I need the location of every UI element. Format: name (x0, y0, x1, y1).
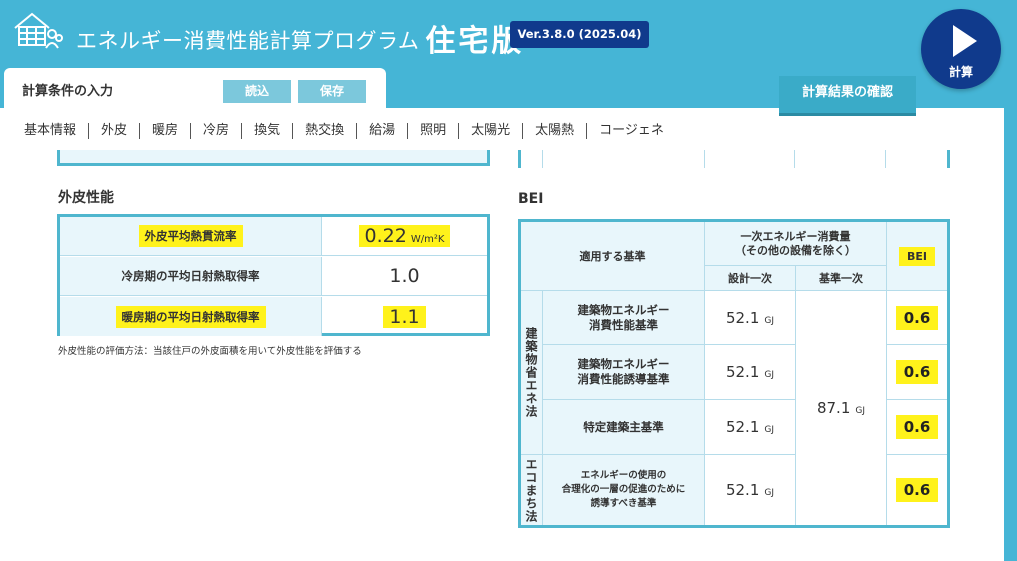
calculate-button[interactable]: 計算 (921, 9, 1001, 89)
app-title: エネルギー消費性能計算プログラム 住宅版 (76, 16, 524, 60)
play-icon (953, 25, 977, 57)
load-button[interactable]: 読込 (223, 80, 291, 103)
nav-menu: 基本情報 外皮 暖房 冷房 換気 熱交換 給湯 照明 太陽光 太陽熱 コージェネ (0, 110, 770, 152)
app-header: エネルギー消費性能計算プログラム 住宅版 Ver.3.8.0 (2025.04) (0, 0, 1017, 70)
bei-heading: BEI (518, 191, 544, 207)
nav-item-lighting[interactable]: 照明 (408, 123, 460, 139)
bei-standard-3: 特定建築主基準 (543, 400, 705, 455)
envelope-label: 冷房期の平均日射熱取得率 (121, 269, 260, 283)
envelope-label: 暖房期の平均日射熱取得率 (115, 305, 266, 328)
bei-col-design: 設計一次 (705, 266, 796, 291)
envelope-unit: W/m²K (410, 234, 445, 245)
version-badge: Ver.3.8.0 (2025.04) (510, 21, 649, 48)
bei-table: 適用する基準 一次エネルギー消費量 （その他の設備を除く） 設計一次 基準一次 … (518, 219, 950, 528)
envelope-heading: 外皮性能 (58, 190, 114, 206)
bei-design-4: 52.1 GJ (705, 455, 796, 525)
envelope-value: 1.0 (389, 265, 420, 287)
envelope-note: 外皮性能の評価方法：当該住戸の外皮面積を用いて外皮性能を評価する (58, 346, 362, 357)
envelope-row-cooling: 冷房期の平均日射熱取得率 1.0 (60, 257, 487, 296)
law-eco: エコまち法 (521, 455, 543, 525)
bei-design-3: 52.1 GJ (705, 400, 796, 455)
upper-table-columns (518, 150, 950, 168)
envelope-value: 0.22 W/m²K (358, 225, 451, 247)
law-building: 建築物省エネ法 (521, 291, 543, 455)
nav-item-cooling[interactable]: 冷房 (191, 123, 243, 139)
nav-item-cogeneration[interactable]: コージェネ (587, 123, 676, 139)
calculate-label: 計算 (948, 65, 973, 79)
bei-col-standard: 適用する基準 (521, 222, 705, 291)
envelope-row-heating: 暖房期の平均日射熱取得率 1.1 (60, 297, 487, 336)
bei-col-base: 基準一次 (796, 266, 887, 291)
nav-item-heat-exchange[interactable]: 熱交換 (293, 123, 358, 139)
envelope-row-ua: 外皮平均熱貫流率 0.22 W/m²K (60, 217, 487, 256)
bei-design-1: 52.1 GJ (705, 291, 796, 345)
bei-col-bei-label: BEI (899, 246, 935, 266)
tab-results[interactable]: 計算結果の確認 (779, 76, 916, 113)
envelope-label: 外皮平均熱貫流率 (138, 225, 243, 247)
bei-standard-1: 建築物エネルギー 消費性能基準 (543, 291, 705, 345)
bei-col-primary: 一次エネルギー消費量 （その他の設備を除く） (705, 222, 887, 266)
bei-value-3: 0.6 (887, 400, 947, 455)
nav-item-heating[interactable]: 暖房 (140, 123, 192, 139)
bei-col-bei: BEI (887, 222, 947, 291)
bei-value-1: 0.6 (887, 291, 947, 345)
bei-value-2: 0.6 (887, 345, 947, 400)
bei-value-4: 0.6 (887, 455, 947, 525)
save-button[interactable]: 保存 (298, 80, 366, 103)
house-logo-icon (14, 12, 63, 49)
nav-item-basic-info[interactable]: 基本情報 (12, 123, 90, 139)
nav-item-ventilation[interactable]: 換気 (242, 123, 294, 139)
nav-item-solar-thermal[interactable]: 太陽熱 (523, 123, 588, 139)
app-title-text: エネルギー消費性能計算プログラム (76, 29, 420, 53)
tab-input-label: 計算条件の入力 (22, 84, 114, 99)
bei-standard-2: 建築物エネルギー 消費性能誘導基準 (543, 345, 705, 400)
bei-standard-4: エネルギーの使用の 合理化の一層の促進のために 誘導すべき基準 (543, 455, 705, 525)
envelope-table: 外皮平均熱貫流率 0.22 W/m²K 冷房期の平均日射熱取得率 1.0 暖房期の… (57, 214, 490, 336)
nav-item-solar-pv[interactable]: 太陽光 (459, 123, 524, 139)
bei-base-value: 87.1 GJ (796, 291, 887, 525)
bei-design-2: 52.1 GJ (705, 345, 796, 400)
upper-table-bottom (57, 150, 490, 166)
nav-item-hot-water[interactable]: 給湯 (357, 123, 409, 139)
nav-item-envelope[interactable]: 外皮 (89, 123, 141, 139)
envelope-value: 1.1 (383, 305, 426, 328)
